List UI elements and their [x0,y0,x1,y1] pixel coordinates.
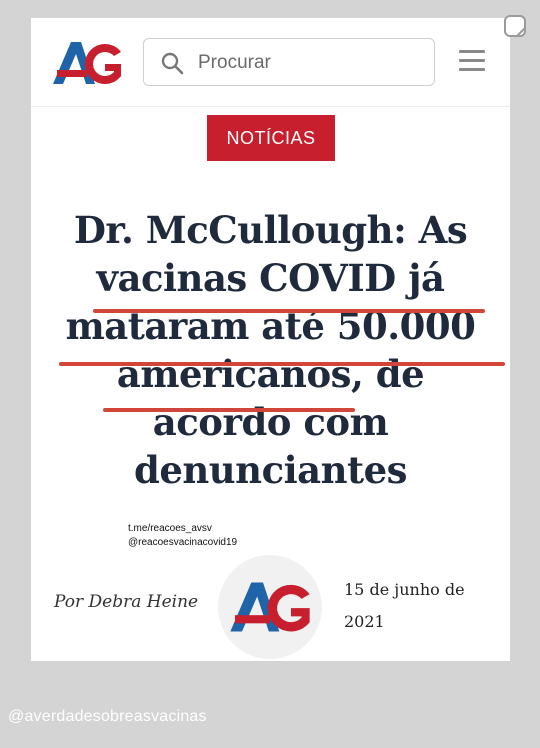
site-header: Procurar [31,18,510,107]
story-sticker-icon[interactable] [503,14,529,40]
headline-line: americanos, de [116,352,425,396]
article-author[interactable]: Por Debra Heine [54,592,198,612]
article-headline[interactable]: Dr. McCullough: As vacinas COVID já mata… [31,206,510,494]
highlight-underline [93,309,485,313]
search-icon [161,52,184,75]
headline-line: Dr. McCullough: As [73,208,468,252]
article-card: Procurar NOTÍCIAS Dr. McCullough: As vac… [31,18,510,661]
headline-line: acordo com [152,400,389,444]
watermark-line: t.me/reacoes_avsv [128,523,212,534]
search-placeholder: Procurar [198,52,271,73]
highlight-underline [103,408,355,412]
category-badge[interactable]: NOTÍCIAS [207,115,335,161]
menu-icon[interactable] [459,50,485,72]
watermark-line: @reacoesvacinacovid19 [128,537,238,548]
author-avatar [218,555,322,659]
search-input[interactable]: Procurar [143,38,435,86]
brand-logo [230,582,310,632]
date-line: 15 de junho de [344,580,465,599]
article-date: 15 de junho de 2021 [344,574,484,638]
highlight-underline [59,362,505,366]
date-line: 2021 [344,612,385,631]
brand-logo[interactable] [51,40,123,86]
headline-line: denunciantes [133,448,408,492]
headline-line: vacinas COVID já [96,256,445,300]
watermark: t.me/reacoes_avsv @reacoesvacinacovid19 [128,522,237,550]
footer-handle[interactable]: @averdadesobreasvacinas [8,708,207,726]
